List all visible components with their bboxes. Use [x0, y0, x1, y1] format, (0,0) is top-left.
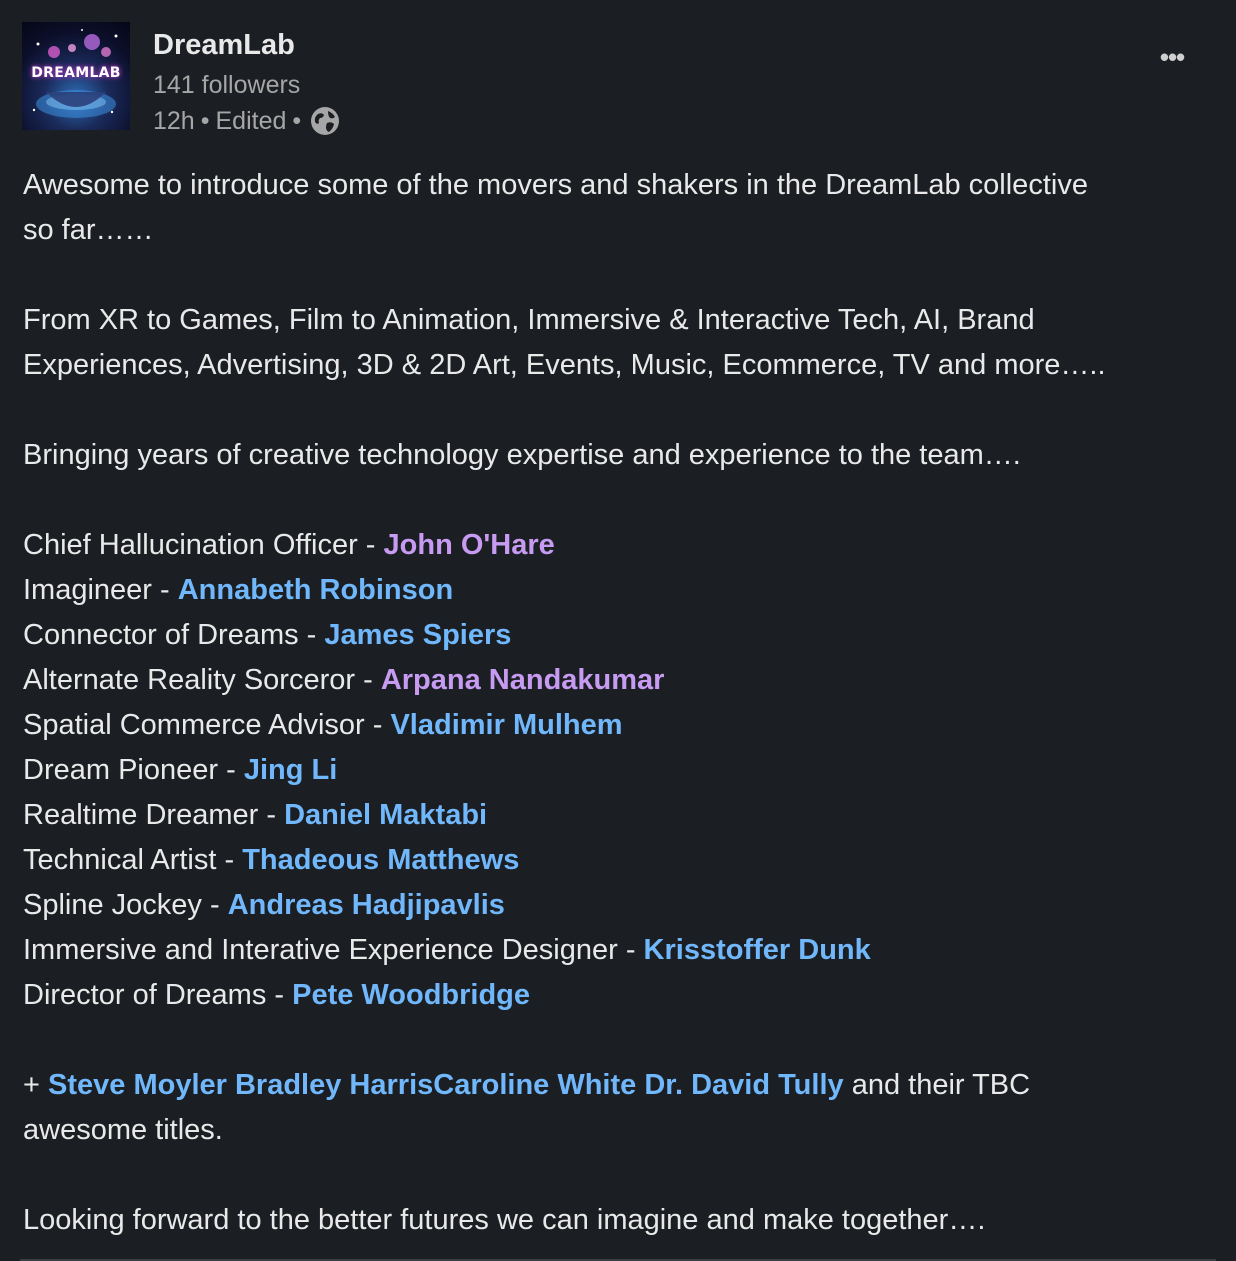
edited-label: Edited: [215, 107, 287, 135]
plus-line-2: awesome titles.: [23, 1114, 223, 1146]
person-mention[interactable]: Krisstoffer Dunk: [644, 934, 871, 966]
person-mention[interactable]: Dr. David Tully: [644, 1069, 843, 1101]
role-title: Dream Pioneer -: [23, 754, 244, 786]
person-mention[interactable]: Caroline White: [433, 1069, 636, 1101]
person-mention[interactable]: Andreas Hadjipavlis: [228, 889, 505, 921]
role-line: Alternate Reality Sorceror - Arpana Nand…: [23, 658, 1198, 703]
plus-prefix: +: [23, 1069, 48, 1101]
post-meta: 12h • Edited •: [153, 105, 341, 137]
person-mention[interactable]: John O'Hare: [384, 529, 555, 561]
role-line: Director of Dreams - Pete Woodbridge: [23, 973, 1198, 1018]
role-title: Director of Dreams -: [23, 979, 293, 1011]
plus-suffix: and their TBC: [843, 1069, 1031, 1101]
role-title: Alternate Reality Sorceror -: [23, 664, 381, 696]
role-line: Spatial Commerce Advisor - Vladimir Mulh…: [23, 703, 1198, 748]
follower-count: 141 followers: [153, 71, 301, 99]
separator-dot: •: [200, 107, 210, 135]
person-mention[interactable]: Vladimir Mulhem: [390, 709, 622, 741]
role-line: Chief Hallucination Officer - John O'Har…: [23, 523, 1198, 568]
person-mention[interactable]: Annabeth Robinson: [178, 574, 453, 606]
post-body: Awesome to introduce some of the movers …: [23, 163, 1198, 1243]
role-line: Technical Artist - Thadeous Matthews: [23, 838, 1198, 883]
bringing-line: Bringing years of creative technology ex…: [23, 439, 1021, 471]
person-mention[interactable]: Daniel Maktabi: [284, 799, 487, 831]
person-mention[interactable]: Arpana Nandakumar: [381, 664, 665, 696]
person-mention[interactable]: Pete Woodbridge: [292, 979, 530, 1011]
fields-line-1: From XR to Games, Film to Animation, Imm…: [23, 304, 1035, 336]
closing-line: Looking forward to the better futures we…: [23, 1204, 986, 1236]
fields-line-2: Experiences, Advertising, 3D & 2D Art, E…: [23, 349, 1106, 381]
company-logo[interactable]: DREAMLAB: [22, 22, 130, 130]
role-title: Immersive and Interative Experience Desi…: [23, 934, 644, 966]
globe-icon: [309, 105, 341, 137]
role-line: Imagineer - Annabeth Robinson: [23, 568, 1198, 613]
person-mention[interactable]: James Spiers: [324, 619, 511, 651]
role-title: Imagineer -: [23, 574, 178, 606]
person-mention[interactable]: Thadeous Matthews: [242, 844, 519, 876]
post-time: 12h: [153, 107, 195, 135]
intro-line-2: so far……: [23, 214, 154, 246]
role-title: Realtime Dreamer -: [23, 799, 285, 831]
separator-dot: •: [292, 107, 302, 135]
plus-line: + Steve Moyler Bradley HarrisCaroline Wh…: [23, 1063, 1198, 1108]
role-line: Immersive and Interative Experience Desi…: [23, 928, 1198, 973]
role-line: Connector of Dreams - James Spiers: [23, 613, 1198, 658]
role-title: Technical Artist -: [23, 844, 243, 876]
role-line: Realtime Dreamer - Daniel Maktabi: [23, 793, 1198, 838]
logo-text: DREAMLAB: [31, 65, 121, 81]
person-mention[interactable]: Jing Li: [244, 754, 337, 786]
role-title: Chief Hallucination Officer -: [23, 529, 384, 561]
person-mention[interactable]: Steve Moyler: [48, 1069, 227, 1101]
role-title: Spline Jockey -: [23, 889, 228, 921]
person-mention[interactable]: Bradley Harris: [235, 1069, 433, 1101]
intro-line-1: Awesome to introduce some of the movers …: [23, 169, 1088, 201]
post-header: DREAMLAB DreamLab 141 followers 12h • Ed…: [22, 22, 1212, 135]
post-card: DREAMLAB DreamLab 141 followers 12h • Ed…: [0, 0, 1236, 1261]
role-title: Spatial Commerce Advisor -: [23, 709, 391, 741]
role-title: Connector of Dreams -: [23, 619, 325, 651]
company-name[interactable]: DreamLab: [153, 28, 295, 62]
roles-list: Chief Hallucination Officer - John O'Har…: [23, 523, 1198, 1018]
role-line: Dream Pioneer - Jing Li: [23, 748, 1198, 793]
role-line: Spline Jockey - Andreas Hadjipavlis: [23, 883, 1198, 928]
more-options-icon[interactable]: •••: [1154, 40, 1190, 74]
